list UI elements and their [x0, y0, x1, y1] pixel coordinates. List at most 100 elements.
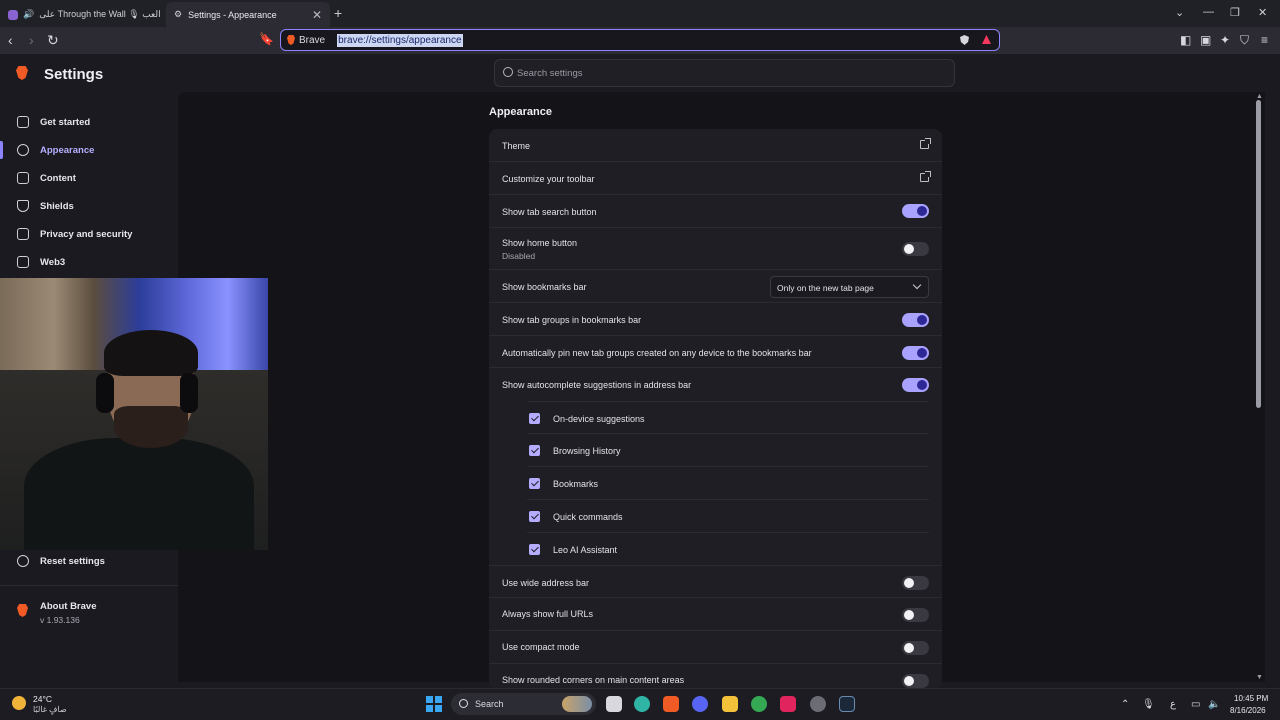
row-tab-groups-bookmarks: Show tab groups in bookmarks bar: [489, 303, 942, 336]
sidebar-item-label: Get started: [40, 116, 91, 128]
tab-through-the-wall[interactable]: 🔊 على Through the Wall 🎙 العب: [4, 2, 162, 27]
divider: [0, 585, 178, 586]
network-icon[interactable]: ▭: [1191, 699, 1200, 710]
row-compact-mode: Use compact mode: [489, 631, 942, 664]
input-language-indicator[interactable]: ع: [1170, 699, 1176, 710]
checkbox[interactable]: [529, 478, 540, 489]
checkbox[interactable]: [529, 511, 540, 522]
row-label: Always show full URLs: [502, 609, 594, 619]
section-title: Appearance: [489, 106, 552, 118]
checkbox[interactable]: [529, 544, 540, 555]
about-brave-link[interactable]: About Brave: [40, 601, 96, 612]
back-icon[interactable]: ‹: [8, 32, 13, 48]
home-button-toggle[interactable]: [902, 242, 929, 256]
weather-temperature: 24°C: [33, 694, 52, 704]
volume-icon[interactable]: 🔈: [1208, 699, 1220, 710]
tab-title: Settings - Appearance: [188, 9, 277, 20]
option-label: Bookmarks: [553, 479, 599, 489]
content-icon: [17, 172, 29, 184]
tab-groups-toggle[interactable]: [902, 313, 929, 327]
file-explorer-icon[interactable]: [722, 696, 738, 712]
chrome-icon[interactable]: [751, 696, 767, 712]
brave-taskbar-icon[interactable]: [663, 696, 679, 712]
full-urls-toggle[interactable]: [902, 608, 929, 622]
shield-icon: [17, 200, 29, 212]
option-leo-ai-assistant[interactable]: Leo AI Assistant: [527, 533, 929, 566]
taskbar-search-label: Search: [475, 699, 504, 709]
tab-title: على Through the Wall 🎙 العب: [39, 9, 161, 19]
sidebar-item-label: Content: [40, 172, 76, 184]
sidebar-item-shields[interactable]: Shields: [0, 195, 178, 217]
search-highlight-icon: [562, 696, 592, 712]
wallet-icon[interactable]: ▣: [1200, 33, 1211, 47]
option-quick-commands[interactable]: Quick commands: [527, 500, 929, 533]
rounded-corners-toggle[interactable]: [902, 674, 929, 688]
compact-mode-toggle[interactable]: [902, 641, 929, 655]
scroll-down-icon[interactable]: ▼: [1256, 674, 1263, 681]
row-theme[interactable]: Theme: [489, 129, 942, 162]
speaker-icon[interactable]: 🔊: [23, 9, 34, 20]
minimize-icon[interactable]: —: [1203, 6, 1214, 18]
task-view-icon[interactable]: [606, 696, 622, 712]
edge-icon[interactable]: [634, 696, 650, 712]
app-icon[interactable]: [780, 696, 796, 712]
bookmark-icon[interactable]: 🔖: [259, 32, 274, 46]
scrollbar-thumb[interactable]: [1256, 100, 1261, 408]
option-browsing-history[interactable]: Browsing History: [527, 434, 929, 467]
search-icon: [503, 67, 513, 77]
row-customize-toolbar[interactable]: Customize your toolbar: [489, 162, 942, 195]
sidebar-item-reset-settings[interactable]: Reset settings: [0, 550, 178, 572]
taskbar-search[interactable]: Search: [451, 693, 596, 715]
tab-settings-appearance[interactable]: ⚙ Settings - Appearance ✕: [166, 2, 330, 27]
obs-icon[interactable]: [810, 696, 826, 712]
sidebar-item-label: Reset settings: [40, 555, 105, 567]
autocomplete-toggle[interactable]: [902, 378, 929, 392]
reload-icon[interactable]: ↻: [47, 32, 59, 49]
checkbox[interactable]: [529, 445, 540, 456]
option-bookmarks[interactable]: Bookmarks: [527, 467, 929, 500]
clock-date[interactable]: 8/16/2026: [1230, 706, 1266, 715]
discord-icon[interactable]: [692, 696, 708, 712]
tray-overflow-icon[interactable]: ⌃: [1121, 699, 1129, 710]
reset-icon: [17, 555, 29, 567]
tab-search-chevron-icon[interactable]: ⌄: [1175, 6, 1184, 19]
tab-search-toggle[interactable]: [902, 204, 929, 218]
rocket-icon: [17, 116, 29, 128]
sidebar-item-content[interactable]: Content: [0, 167, 178, 189]
sidebar-item-get-started[interactable]: Get started: [0, 111, 178, 133]
search-icon: [459, 699, 468, 708]
url-text[interactable]: brave://settings/appearance: [337, 33, 463, 47]
sidebar-item-web3[interactable]: Web3: [0, 251, 178, 273]
sidebar-item-label: Privacy and security: [40, 228, 133, 240]
microphone-icon[interactable]: 🎙: [1142, 699, 1155, 710]
option-on-device-suggestions[interactable]: On-device suggestions: [527, 401, 929, 434]
steam-icon[interactable]: [839, 696, 855, 712]
auto-pin-toggle[interactable]: [902, 346, 929, 360]
bookmarks-bar-select[interactable]: Only on the new tab page: [770, 276, 929, 298]
forward-icon[interactable]: ›: [29, 32, 34, 48]
wide-address-bar-toggle[interactable]: [902, 576, 929, 590]
close-tab-icon[interactable]: ✕: [312, 8, 322, 22]
checkbox[interactable]: [529, 413, 540, 424]
sidebar-item-appearance[interactable]: Appearance: [0, 139, 178, 161]
search-settings-input[interactable]: Search settings: [494, 59, 955, 87]
sidebar-toggle-icon[interactable]: ◧: [1180, 33, 1191, 47]
clock-time[interactable]: 10:45 PM: [1234, 694, 1268, 703]
sidebar-item-privacy-and-security[interactable]: Privacy and security: [0, 223, 178, 245]
external-link-icon[interactable]: [920, 171, 931, 182]
weather-condition: صافٍ غالبًا: [33, 705, 67, 714]
address-bar[interactable]: Brave brave://settings/appearance: [280, 29, 1000, 51]
weather-icon[interactable]: [12, 696, 26, 710]
close-window-icon[interactable]: ✕: [1258, 6, 1267, 19]
option-label: Browsing History: [553, 446, 621, 456]
new-tab-button[interactable]: +: [334, 5, 342, 21]
maximize-icon[interactable]: ❐: [1230, 6, 1240, 19]
windows-start-icon[interactable]: [426, 696, 442, 712]
menu-icon[interactable]: ≡: [1261, 33, 1268, 47]
scroll-up-icon[interactable]: ▲: [1256, 93, 1263, 100]
chevron-down-icon: [912, 280, 922, 290]
row-rounded-corners: Show rounded corners on main content are…: [489, 664, 942, 689]
external-link-icon[interactable]: [920, 138, 931, 149]
leo-ai-icon[interactable]: ✦: [1220, 33, 1230, 47]
vpn-icon[interactable]: ⛉: [1240, 33, 1249, 48]
